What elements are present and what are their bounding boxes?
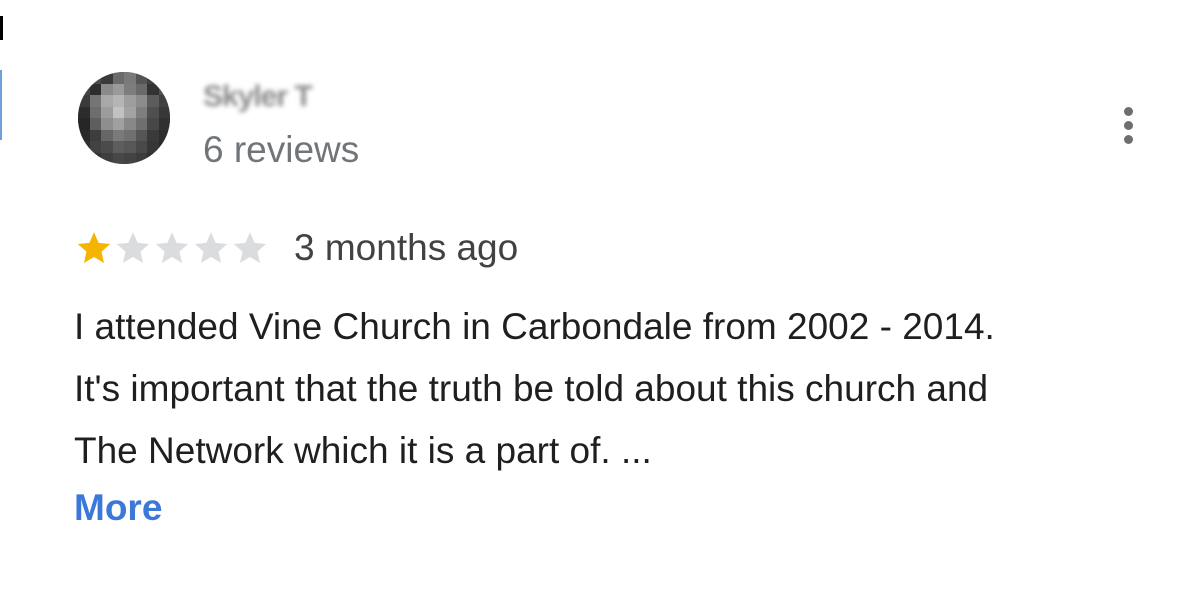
more-vert-icon-dot <box>1123 134 1133 144</box>
avatar-pixel <box>135 152 147 164</box>
more-vert-icon-dot <box>1123 120 1133 130</box>
avatar[interactable] <box>78 72 170 164</box>
window-edge-marker <box>0 16 3 40</box>
avatar-pixel <box>158 141 170 153</box>
avatar-pixel <box>78 106 90 118</box>
author-block: Skyler T 6 reviews <box>203 82 359 170</box>
avatar-pixel <box>78 118 90 130</box>
avatar-pixel <box>158 152 170 164</box>
avatar-pixel <box>147 118 159 130</box>
star-rating <box>76 230 268 266</box>
avatar-pixel <box>124 141 136 153</box>
avatar-pixel <box>147 95 159 107</box>
avatar-pixel <box>89 129 101 141</box>
avatar-pixel <box>147 141 159 153</box>
author-name-text: Skyler T <box>203 80 313 113</box>
avatar-pixel <box>101 118 113 130</box>
avatar-pixel <box>158 72 170 84</box>
avatar-pixel <box>158 83 170 95</box>
avatar-pixel <box>147 83 159 95</box>
review-card: Skyler T 6 reviews 3 months ago I attend… <box>0 0 1200 595</box>
avatar-pixel <box>112 152 124 164</box>
avatar-pixel <box>78 72 90 84</box>
rating-row: 3 months ago <box>76 226 518 270</box>
star-empty-icon <box>194 232 228 263</box>
avatar-pixel <box>124 129 136 141</box>
avatar-pixel <box>89 95 101 107</box>
more-vert-icon-dot <box>1123 106 1133 116</box>
avatar-pixel <box>101 72 113 84</box>
avatar-pixel <box>112 83 124 95</box>
avatar-pixel <box>112 129 124 141</box>
avatar-pixel <box>124 72 136 84</box>
star-empty-icon <box>155 232 189 263</box>
avatar-pixel <box>147 129 159 141</box>
avatar-pixel <box>112 95 124 107</box>
avatar-pixel <box>147 106 159 118</box>
avatar-pixel <box>135 83 147 95</box>
avatar-pixel <box>158 106 170 118</box>
avatar-pixel <box>112 118 124 130</box>
avatar-pixel <box>78 83 90 95</box>
more-options-button[interactable] <box>1110 100 1146 150</box>
avatar-pixel <box>89 106 101 118</box>
avatar-pixel <box>112 72 124 84</box>
review-text-line: I attended Vine Church in Carbondale fro… <box>74 306 995 347</box>
avatar-pixel <box>158 118 170 130</box>
avatar-pixel <box>101 141 113 153</box>
avatar-pixel <box>124 106 136 118</box>
avatar-pixel <box>135 106 147 118</box>
avatar-pixel <box>124 118 136 130</box>
author-name[interactable]: Skyler T <box>203 82 359 112</box>
avatar-pixel <box>101 95 113 107</box>
avatar-pixel <box>89 72 101 84</box>
avatar-pixel <box>135 95 147 107</box>
avatar-pixel <box>78 129 90 141</box>
avatar-pixel <box>124 152 136 164</box>
avatar-pixel <box>78 152 90 164</box>
avatar-pixel <box>158 95 170 107</box>
avatar-pixel <box>89 83 101 95</box>
blurred-avatar-icon <box>78 72 170 164</box>
avatar-pixel <box>101 129 113 141</box>
avatar-pixel <box>101 83 113 95</box>
avatar-pixel <box>147 152 159 164</box>
avatar-pixel <box>101 106 113 118</box>
avatar-pixel <box>135 72 147 84</box>
avatar-pixel <box>78 141 90 153</box>
author-review-count[interactable]: 6 reviews <box>203 130 359 170</box>
more-link[interactable]: More <box>74 486 162 530</box>
avatar-pixel <box>124 83 136 95</box>
star-empty-icon <box>116 232 150 263</box>
review-text: I attended Vine Church in Carbondale fro… <box>74 296 1164 482</box>
star-empty-icon <box>233 232 267 263</box>
avatar-pixel <box>89 152 101 164</box>
avatar-pixel <box>112 106 124 118</box>
avatar-pixel <box>135 129 147 141</box>
review-text-line: It's important that the truth be told ab… <box>74 368 989 409</box>
review-text-line: The Network which it is a part of. ... <box>74 430 652 471</box>
avatar-pixel <box>112 141 124 153</box>
review-time: 3 months ago <box>294 227 519 268</box>
avatar-pixel <box>147 72 159 84</box>
avatar-pixel <box>78 95 90 107</box>
avatar-pixel <box>135 141 147 153</box>
avatar-pixel <box>101 152 113 164</box>
avatar-pixel <box>158 129 170 141</box>
avatar-pixel <box>89 141 101 153</box>
window-edge-accent <box>0 70 2 140</box>
star-filled-icon <box>77 232 111 263</box>
avatar-pixel <box>89 118 101 130</box>
avatar-pixel <box>135 118 147 130</box>
avatar-pixel <box>124 95 136 107</box>
